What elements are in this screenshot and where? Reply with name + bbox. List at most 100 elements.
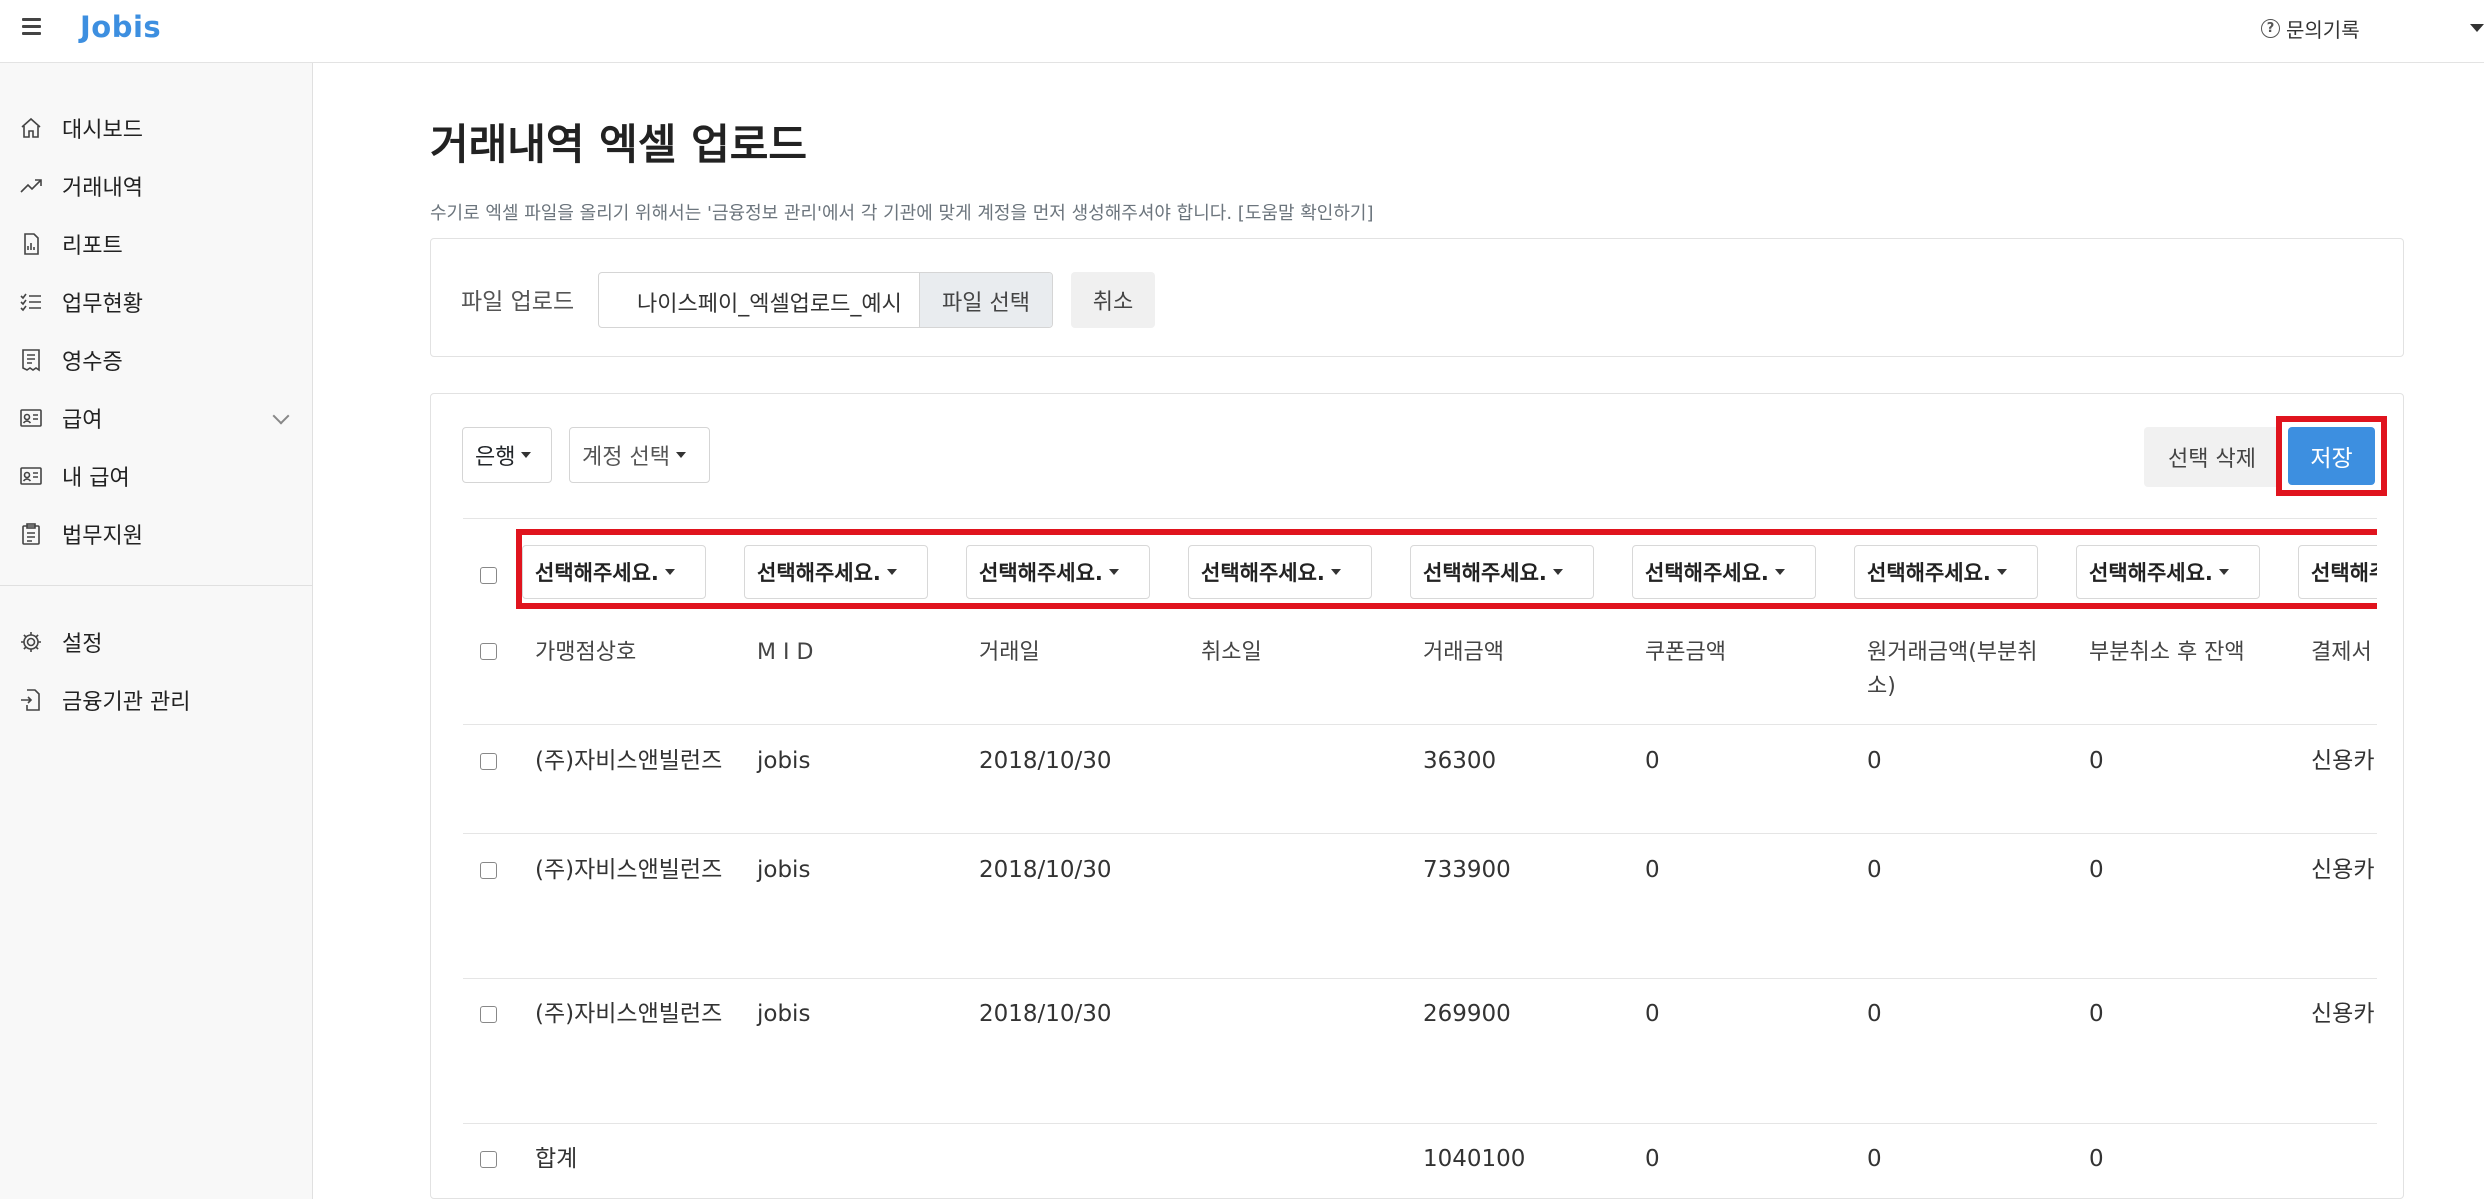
divider xyxy=(463,1123,2377,1124)
column-select-label: 선택해주세요. xyxy=(2311,561,2377,585)
sidebar-item-my-payroll[interactable]: 내 급여 xyxy=(0,451,313,501)
file-input[interactable]: 나이스페이_엑셀업로드_예시 파일 선택 xyxy=(598,272,1053,328)
column-select[interactable]: 선택해주세요. xyxy=(744,545,928,599)
row-checkbox[interactable] xyxy=(480,862,497,879)
cell-merchant: (주)자비스앤빌런즈 xyxy=(535,748,723,774)
upload-table-card: 은행 계정 선택 선택 삭제 저장 선택해주세요. 선택해주세요. 선택해주세요… xyxy=(430,393,2404,1199)
row-checkbox[interactable] xyxy=(480,1006,497,1023)
file-name: 나이스페이_엑셀업로드_예시 xyxy=(637,292,902,317)
sidebar-item-transactions[interactable]: 거래내역 xyxy=(0,161,313,211)
column-select[interactable]: 선택해주세요. xyxy=(522,545,706,599)
row-checkbox[interactable] xyxy=(480,1151,497,1168)
sidebar-item-payroll[interactable]: 급여 xyxy=(0,393,313,443)
column-select-label: 선택해주세요. xyxy=(1867,561,1991,585)
column-select[interactable]: 선택해주세요. xyxy=(1188,545,1372,599)
column-select[interactable]: 선택해주세요. xyxy=(1410,545,1594,599)
cell-payment: 신용카 xyxy=(2311,857,2375,883)
caret-down-icon xyxy=(1774,569,1785,575)
cell-total-coupon: 0 xyxy=(1645,1146,1660,1172)
column-header: 결제서 xyxy=(2311,640,2372,665)
caret-down-icon xyxy=(2218,569,2229,575)
app-logo[interactable]: Jobis xyxy=(80,10,161,44)
sidebar-item-label: 영수증 xyxy=(62,350,123,375)
column-select[interactable]: 선택해주세요. xyxy=(2298,545,2377,599)
sidebar-item-dashboard[interactable]: 대시보드 xyxy=(0,103,313,153)
sidebar-item-financial-institutions[interactable]: 금융기관 관리 xyxy=(0,675,313,725)
chevron-down-icon[interactable] xyxy=(272,407,290,425)
column-header: 거래일 xyxy=(979,640,1040,665)
sidebar-item-label: 법무지원 xyxy=(62,524,143,549)
sidebar-item-receipts[interactable]: 영수증 xyxy=(0,335,313,385)
sidebar-item-settings[interactable]: 설정 xyxy=(0,617,313,667)
cell-total-label: 합계 xyxy=(535,1146,578,1172)
sidebar-item-tasks[interactable]: 업무현황 xyxy=(0,277,313,327)
cell-mid: jobis xyxy=(757,1001,811,1027)
divider xyxy=(463,518,2377,519)
column-select-label: 선택해주세요. xyxy=(757,561,881,585)
column-select[interactable]: 선택해주세요. xyxy=(2076,545,2260,599)
divider xyxy=(463,978,2377,979)
cell-date: 2018/10/30 xyxy=(979,857,1112,883)
sidebar-divider xyxy=(0,585,313,586)
column-select-label: 선택해주세요. xyxy=(1645,561,1769,585)
cell-payment: 신용카 xyxy=(2311,748,2375,774)
select-all-checkbox[interactable] xyxy=(480,567,497,584)
table-clip: 선택해주세요. 선택해주세요. 선택해주세요. 선택해주세요. 선택해주세요. … xyxy=(431,394,2377,1198)
sidebar-item-label: 대시보드 xyxy=(62,118,143,143)
id-card-icon xyxy=(18,405,44,431)
column-header: 원거래금액(부분취소) xyxy=(1867,640,2038,699)
column-select[interactable]: 선택해주세요. xyxy=(1632,545,1816,599)
menu-icon[interactable] xyxy=(22,18,42,38)
clipboard-icon xyxy=(18,521,44,547)
header-checkbox[interactable] xyxy=(480,643,497,660)
caret-down-icon xyxy=(1108,569,1119,575)
column-header: 쿠폰금액 xyxy=(1645,640,1726,665)
sidebar-item-label: 내 급여 xyxy=(62,466,130,491)
top-bar: Jobis ? 문의기록 xyxy=(0,0,2484,63)
sidebar-item-label: 금융기관 관리 xyxy=(62,690,191,715)
cell-amount: 269900 xyxy=(1423,1001,1511,1027)
id-card-icon xyxy=(18,463,44,489)
caret-down-icon[interactable] xyxy=(2470,24,2484,32)
row-checkbox[interactable] xyxy=(480,753,497,770)
sidebar-item-report[interactable]: 리포트 xyxy=(0,219,313,269)
cell-original-amount: 0 xyxy=(1867,857,1882,883)
cell-merchant: (주)자비스앤빌런즈 xyxy=(535,1001,723,1027)
column-header: 거래금액 xyxy=(1423,640,1504,665)
cell-coupon: 0 xyxy=(1645,1001,1660,1027)
cell-original-amount: 0 xyxy=(1867,748,1882,774)
inquiry-label: 문의기록 xyxy=(2286,18,2360,42)
column-select-label: 선택해주세요. xyxy=(535,561,659,585)
column-header: 부분취소 후 잔액 xyxy=(2089,640,2245,665)
cell-original-amount: 0 xyxy=(1867,1001,1882,1027)
cancel-button[interactable]: 취소 xyxy=(1071,272,1155,328)
cell-total-remaining: 0 xyxy=(2089,1146,2104,1172)
column-select-label: 선택해주세요. xyxy=(979,561,1103,585)
sidebar: 대시보드 거래내역 리포트 업무현황 영수증 급여 내 급여 법무지원 설정 금… xyxy=(0,63,313,1199)
sidebar-item-label: 설정 xyxy=(62,632,103,657)
chart-line-icon xyxy=(18,173,44,199)
column-mapping-highlight: 선택해주세요. 선택해주세요. 선택해주세요. 선택해주세요. 선택해주세요. … xyxy=(516,529,2377,609)
gear-icon xyxy=(18,629,44,655)
cell-mid: jobis xyxy=(757,748,811,774)
column-select[interactable]: 선택해주세요. xyxy=(1854,545,2038,599)
cell-remaining: 0 xyxy=(2089,748,2104,774)
choose-file-button[interactable]: 파일 선택 xyxy=(919,273,1052,327)
sidebar-item-legal[interactable]: 법무지원 xyxy=(0,509,313,559)
sidebar-item-label: 거래내역 xyxy=(62,176,143,201)
caret-down-icon xyxy=(886,569,897,575)
cell-mid: jobis xyxy=(757,857,811,883)
cell-merchant: (주)자비스앤빌런즈 xyxy=(535,857,723,883)
cell-total-amount: 1040100 xyxy=(1423,1146,1526,1172)
caret-down-icon xyxy=(1552,569,1563,575)
sidebar-item-label: 업무현황 xyxy=(62,292,143,317)
upload-label: 파일 업로드 xyxy=(461,289,575,315)
cell-coupon: 0 xyxy=(1645,857,1660,883)
inquiry-link[interactable]: ? 문의기록 xyxy=(2261,14,2360,43)
caret-down-icon xyxy=(664,569,675,575)
cell-payment: 신용카 xyxy=(2311,1001,2375,1027)
question-circle-icon: ? xyxy=(2261,19,2280,38)
report-icon xyxy=(18,231,44,257)
receipt-icon xyxy=(18,347,44,373)
column-select[interactable]: 선택해주세요. xyxy=(966,545,1150,599)
